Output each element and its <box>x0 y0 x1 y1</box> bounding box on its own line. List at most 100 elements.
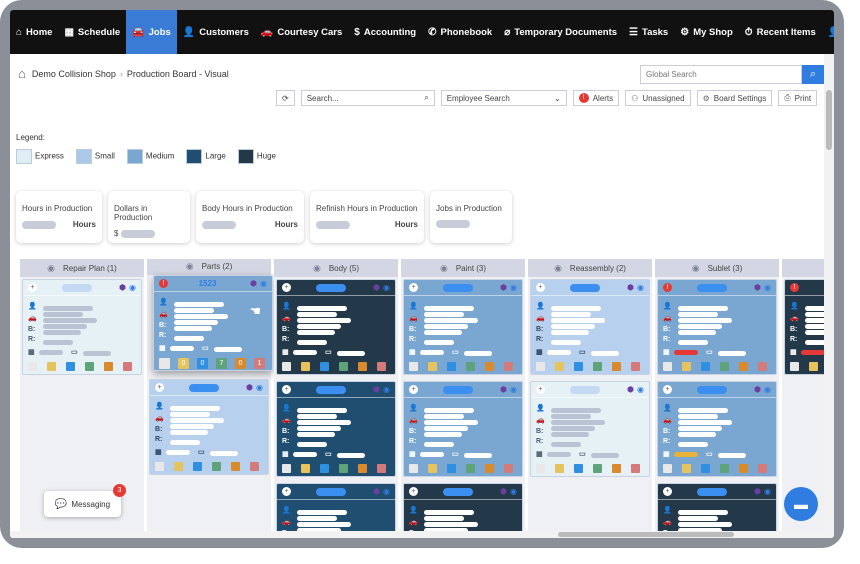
view-icon[interactable]: ◉ <box>764 385 771 394</box>
teams-icon[interactable]: ⬢ <box>627 283 634 292</box>
teams-icon[interactable]: ⬢ <box>754 487 761 496</box>
board-search-input[interactable]: Search... ⌕ <box>300 90 435 106</box>
search-icon[interactable]: ⌕ <box>802 65 824 84</box>
unassigned-button[interactable]: ⚇ Unassigned <box>625 90 691 106</box>
job-card[interactable]: +⬢◉👤🚗B:R:▦▭ <box>530 279 650 375</box>
legend-item-huge: Huge <box>237 149 276 164</box>
eye-icon[interactable]: ◉ <box>186 261 194 272</box>
home-icon[interactable]: ⌂ <box>18 66 26 81</box>
add-icon[interactable]: + <box>282 283 291 292</box>
nav-item-home[interactable]: ⌂ Home <box>10 10 58 54</box>
refresh-icon: ⟳ <box>282 93 289 103</box>
nav-item-tasks[interactable]: ☰ Tasks <box>623 10 674 54</box>
eye-icon[interactable]: ◉ <box>692 263 700 274</box>
add-icon[interactable]: + <box>409 385 418 394</box>
teams-icon[interactable]: ⬢ <box>500 283 507 292</box>
view-icon[interactable]: ◉ <box>129 283 136 292</box>
nav-item-recent-items[interactable]: ⏱ Recent Items <box>739 10 822 54</box>
teams-icon[interactable]: ⬢ <box>250 279 257 288</box>
status-square <box>159 358 170 369</box>
job-card[interactable]: !⬢◉👤🚗B:R:▦▭ <box>784 279 824 375</box>
teams-icon[interactable]: ⬢ <box>373 283 380 292</box>
vertical-scrollbar[interactable] <box>824 54 834 538</box>
refresh-button[interactable]: ⟳ <box>276 90 295 106</box>
view-icon[interactable]: ◉ <box>510 385 517 394</box>
nav-item-jobs[interactable]: 🚘 Jobs <box>126 10 177 54</box>
horizontal-scrollbar[interactable] <box>10 531 824 538</box>
job-card[interactable]: +⬢◉👤🚗B:R:▦▭ <box>403 381 523 477</box>
add-icon[interactable]: + <box>282 385 291 394</box>
add-icon[interactable]: + <box>536 283 545 292</box>
alert-icon[interactable]: ! <box>663 283 672 292</box>
nav-item-temporary-documents[interactable]: ⌀ Temporary Documents <box>498 10 623 54</box>
employee-search-select[interactable]: Employee Search ⌄ <box>440 90 567 106</box>
print-button[interactable]: ⎙ Print <box>778 90 818 106</box>
add-icon[interactable]: + <box>663 487 672 496</box>
job-card[interactable]: +⬢◉👤🚗B:R:▦▭ <box>657 483 777 538</box>
nav-item-customers[interactable]: 👤 Customers <box>177 10 255 54</box>
chat-fab-icon[interactable]: ▬ <box>784 487 818 521</box>
eye-icon[interactable]: ◉ <box>554 263 562 274</box>
job-card[interactable]: +⬢◉👤🚗B:R:▦▭ <box>22 279 142 375</box>
teams-icon[interactable]: ⬢ <box>246 383 253 392</box>
vertical-scroll-thumb[interactable] <box>826 90 832 150</box>
breadcrumb-shop[interactable]: Demo Collision Shop <box>32 69 116 79</box>
view-icon[interactable]: ◉ <box>383 385 390 394</box>
teams-icon[interactable]: ⬢ <box>754 283 761 292</box>
add-icon[interactable]: + <box>28 283 37 292</box>
teams-icon[interactable]: ⬢ <box>373 487 380 496</box>
job-card[interactable]: +⬢◉👤🚗B:R:▦▭ <box>657 381 777 477</box>
view-icon[interactable]: ◉ <box>510 487 517 496</box>
add-icon[interactable]: + <box>536 385 545 394</box>
column-header: ◉ Paint (3) <box>401 259 525 277</box>
nav-item-accounting[interactable]: $ Accounting <box>348 10 422 54</box>
view-icon[interactable]: ◉ <box>383 487 390 496</box>
nav-item-courtesy-cars[interactable]: 🚗 Courtesy Cars <box>255 10 348 54</box>
nav-item-phonebook[interactable]: ✆ Phonebook <box>422 10 498 54</box>
view-icon[interactable]: ◉ <box>764 487 771 496</box>
view-icon[interactable]: ◉ <box>260 279 267 288</box>
job-card[interactable]: ! 1523 ⬢ ◉ 👤 🚗 B: R: ▦ ▭ 0 0 7 0 1 ☚ <box>153 275 273 371</box>
calendar-icon: ▦ <box>536 349 543 356</box>
teams-icon[interactable]: ⬢ <box>627 385 634 394</box>
job-card[interactable]: +⬢◉👤🚗B:R:▦▭ <box>149 379 269 475</box>
job-card[interactable]: +⬢◉👤🚗B:R:▦▭ <box>276 279 396 375</box>
view-icon[interactable]: ◉ <box>764 283 771 292</box>
view-icon[interactable]: ◉ <box>510 283 517 292</box>
alert-icon[interactable]: ! <box>790 283 799 292</box>
nav-item-schedule[interactable]: ▦ Schedule <box>58 10 126 54</box>
view-icon[interactable]: ◉ <box>637 385 644 394</box>
job-card[interactable]: +⬢◉👤🚗B:R:▦▭ <box>276 381 396 477</box>
job-card[interactable]: !⬢◉👤🚗B:R:▦▭ <box>657 279 777 375</box>
board-settings-button[interactable]: ⚙ Board Settings <box>696 90 773 106</box>
view-icon[interactable]: ◉ <box>256 383 263 392</box>
job-card[interactable]: +⬢◉👤🚗B:R:▦▭ <box>403 279 523 375</box>
alert-icon[interactable]: ! <box>159 279 168 288</box>
card-text-line <box>424 306 474 311</box>
job-card[interactable]: +⬢◉👤🚗B:R:▦▭ <box>403 483 523 538</box>
add-icon[interactable]: + <box>282 487 291 496</box>
teams-icon[interactable]: ⬢ <box>500 487 507 496</box>
view-icon[interactable]: ◉ <box>383 283 390 292</box>
add-icon[interactable]: + <box>663 385 672 394</box>
alerts-button[interactable]: ! Alerts <box>572 90 620 106</box>
add-icon[interactable]: + <box>409 283 418 292</box>
teams-icon[interactable]: ⬢ <box>754 385 761 394</box>
teams-icon[interactable]: ⬢ <box>119 283 126 292</box>
eye-icon[interactable]: ◉ <box>313 263 321 274</box>
teams-icon[interactable]: ⬢ <box>500 385 507 394</box>
horizontal-scroll-thumb[interactable] <box>558 532 734 537</box>
messaging-button[interactable]: 💬 Messaging 3 <box>44 484 126 517</box>
add-icon[interactable]: + <box>409 487 418 496</box>
calendar-icon: ▦ <box>28 349 35 356</box>
job-card[interactable]: +⬢◉👤🚗B:R:▦▭ <box>530 381 650 477</box>
teams-icon[interactable]: ⬢ <box>373 385 380 394</box>
job-card[interactable]: +⬢◉👤🚗B:R:▦▭ <box>276 483 396 538</box>
add-icon[interactable]: + <box>155 383 164 392</box>
eye-icon[interactable]: ◉ <box>440 263 448 274</box>
global-search-input[interactable] <box>640 65 802 84</box>
nav-item-my-shop[interactable]: ⚙ My Shop <box>674 10 739 54</box>
nav-item-profile[interactable]: 👤Profile <box>822 10 834 54</box>
eye-icon[interactable]: ◉ <box>47 263 55 274</box>
view-icon[interactable]: ◉ <box>637 283 644 292</box>
